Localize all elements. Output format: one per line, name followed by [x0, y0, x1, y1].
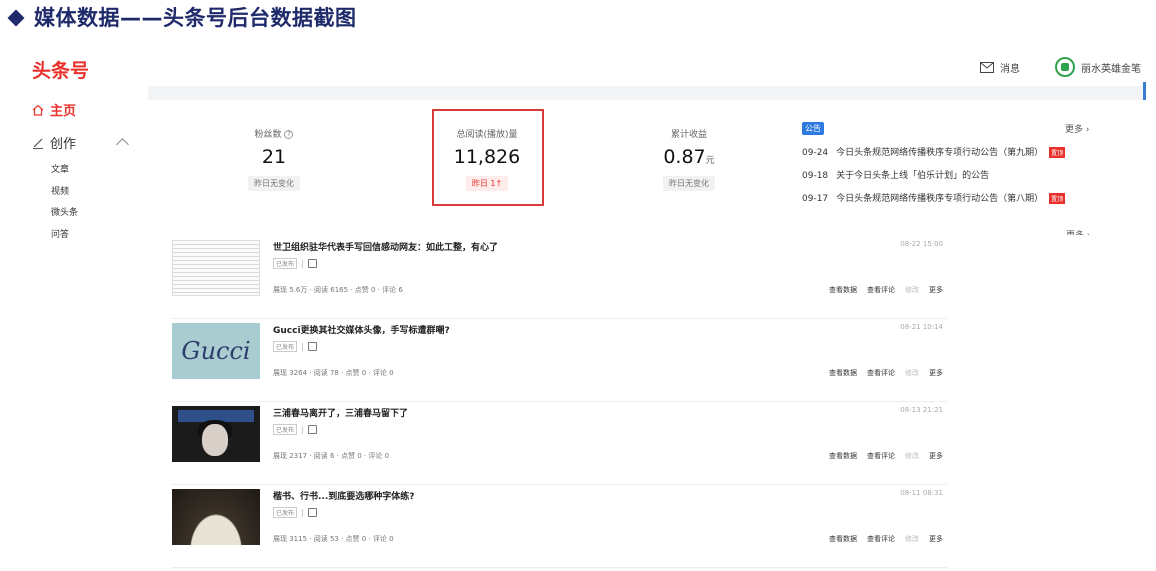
article-actions: 查看数据 查看评论 修改 更多	[819, 451, 943, 461]
stat-income-label: 累计收益	[670, 130, 707, 140]
edit-link[interactable]: 修改	[905, 535, 919, 543]
messages-label: 消息	[1000, 64, 1020, 75]
thumbnail-text: Gucci	[181, 337, 251, 365]
article-thumbnail[interactable]: Gucci	[172, 323, 260, 379]
pin-badge: 置顶	[1049, 147, 1066, 158]
article-date: 08-22 15:00	[900, 240, 943, 248]
notice-item[interactable]: 09-17 今日头条规范网络传播秩序专项行动公告（第八期） 置顶	[802, 191, 1102, 204]
article-date: 08-21 10:14	[900, 323, 943, 331]
article-status: 已发布	[273, 341, 318, 352]
stat-fans-tag: 昨日无变化	[248, 176, 300, 191]
stat-fans: 粉丝数 ? 21 昨日无变化	[214, 127, 334, 191]
stat-fans-value: 21	[261, 146, 287, 168]
notice-more-link-cut[interactable]: 更多 ›	[1066, 228, 1090, 235]
sidebar-item-video[interactable]: 视频	[51, 182, 127, 204]
article-metrics: 展现 2317 · 阅读 6 · 点赞 0 · 评论 0	[273, 452, 390, 460]
view-data-link[interactable]: 查看数据	[829, 286, 857, 294]
sidebar-item-micro[interactable]: 微头条	[51, 203, 127, 225]
view-comments-link[interactable]: 查看评论	[867, 535, 895, 543]
article-title[interactable]: 世卫组织驻华代表手写回信感动网友：如此工整，有心了	[273, 240, 498, 253]
info-icon[interactable]: ?	[284, 130, 294, 139]
article-status: 已发布	[273, 507, 318, 518]
content-background	[148, 86, 1145, 100]
slide-title-text: 媒体数据——头条号后台数据截图	[34, 6, 357, 30]
list-item[interactable]: 三浦春马离开了，三浦春马留下了 已发布 展现 2317 · 阅读 6 · 点赞 …	[172, 402, 947, 485]
user-menu[interactable]: 丽水英雄金笔	[1055, 57, 1141, 77]
chevron-up-icon[interactable]	[116, 138, 129, 151]
list-item[interactable]: 世卫组织驻华代表手写回信感动网友：如此工整，有心了 已发布 展现 5.6万 · …	[172, 236, 947, 319]
slide-title: 媒体数据——头条号后台数据截图	[7, 2, 357, 32]
sidebar-item-create[interactable]: 创作	[32, 133, 129, 152]
user-name: 丽水英雄金笔	[1081, 63, 1141, 75]
view-comments-link[interactable]: 查看评论	[867, 286, 895, 294]
article-type-icon	[308, 508, 318, 517]
sidebar-item-home-label: 主页	[50, 104, 77, 119]
stat-fans-label: 粉丝数 ?	[214, 127, 334, 140]
stat-income-value: 0.87元	[663, 146, 715, 168]
article-type-icon	[308, 259, 318, 268]
sidebar-item-article[interactable]: 文章	[51, 160, 127, 182]
sidebar-item-home[interactable]: 主页	[32, 100, 127, 119]
article-metrics: 展现 5.6万 · 阅读 6165 · 点赞 0 · 评论 6	[273, 286, 403, 294]
article-thumbnail[interactable]	[172, 406, 260, 462]
highlight-box	[432, 109, 544, 206]
article-thumbnail[interactable]	[172, 489, 260, 545]
article-title[interactable]: 三浦春马离开了，三浦春马留下了	[273, 406, 408, 419]
pencil-icon	[33, 138, 43, 149]
article-date: 08-11 08:31	[900, 489, 943, 497]
more-link[interactable]: 更多	[929, 452, 943, 460]
article-date: 08-13 21:21	[900, 406, 943, 414]
view-comments-link[interactable]: 查看评论	[867, 452, 895, 460]
toutiao-logo[interactable]: 头条号	[32, 56, 89, 83]
sidebar-item-qa[interactable]: 问答	[51, 225, 127, 247]
mail-icon	[980, 62, 994, 73]
article-metrics: 展现 3115 · 阅读 53 · 点赞 0 · 评论 0	[273, 535, 394, 543]
view-data-link[interactable]: 查看数据	[829, 369, 857, 377]
article-actions: 查看数据 查看评论 修改 更多	[819, 368, 943, 378]
notice-item[interactable]: 09-24 今日头条规范网络传播秩序专项行动公告（第九期） 置顶	[802, 145, 1102, 158]
list-item[interactable]: 楷书、行书...到底要选哪种字体练? 已发布 展现 3115 · 阅读 53 ·…	[172, 485, 947, 568]
view-comments-link[interactable]: 查看评论	[867, 369, 895, 377]
article-title[interactable]: Gucci更换其社交媒体头像，手写标遭群嘲?	[273, 323, 450, 336]
more-link[interactable]: 更多	[929, 286, 943, 294]
view-data-link[interactable]: 查看数据	[829, 535, 857, 543]
article-thumbnail[interactable]	[172, 240, 260, 296]
article-type-icon	[308, 342, 318, 351]
home-icon	[32, 104, 44, 116]
edit-link[interactable]: 修改	[905, 452, 919, 460]
view-data-link[interactable]: 查看数据	[829, 452, 857, 460]
scrollbar[interactable]	[1143, 82, 1146, 100]
stat-income-unit: 元	[705, 156, 715, 166]
edit-link[interactable]: 修改	[905, 369, 919, 377]
article-type-icon	[308, 425, 318, 434]
sidebar: 主页 创作 文章 视频 微头条 问答	[32, 100, 129, 246]
notice-badge: 公告	[802, 122, 824, 135]
list-item[interactable]: Gucci Gucci更换其社交媒体头像，手写标遭群嘲? 已发布 展现 3264…	[172, 319, 947, 402]
article-actions: 查看数据 查看评论 修改 更多	[819, 534, 943, 544]
notice-panel: 公告 09-24 今日头条规范网络传播秩序专项行动公告（第九期） 置顶 09-18 关…	[802, 122, 1102, 204]
edit-link[interactable]: 修改	[905, 286, 919, 294]
sidebar-submenu: 文章 视频 微头条 问答	[51, 160, 127, 246]
article-status: 已发布	[273, 258, 318, 269]
messages-button[interactable]: 消息	[980, 60, 1020, 75]
notice-more-link[interactable]: 更多 ›	[1065, 122, 1089, 135]
sidebar-item-create-label: 创作	[50, 137, 77, 152]
stat-income: 累计收益 0.87元 昨日无变化	[629, 127, 749, 191]
article-actions: 查看数据 查看评论 修改 更多	[819, 285, 943, 295]
notice-item[interactable]: 09-18 关于今日头条上线「伯乐计划」的公告	[802, 168, 1102, 181]
article-metrics: 展现 3264 · 阅读 78 · 点赞 0 · 评论 0	[273, 369, 394, 377]
diamond-bullet-icon	[7, 9, 25, 27]
more-link[interactable]: 更多	[929, 535, 943, 543]
article-title[interactable]: 楷书、行书...到底要选哪种字体练?	[273, 489, 414, 502]
article-list: 世卫组织驻华代表手写回信感动网友：如此工整，有心了 已发布 展现 5.6万 · …	[172, 236, 947, 568]
stat-income-tag: 昨日无变化	[663, 176, 715, 191]
toutiao-dashboard: 头条号 消息 丽水英雄金笔 主页 创作 文章 视频 微头条 问答 粉丝数 ? 2…	[0, 40, 1156, 571]
stats-panel: 粉丝数 ? 21 昨日无变化 总阅读(播放)量 11,826 昨日 1↑ 累计收…	[150, 102, 1145, 237]
avatar	[1055, 57, 1075, 77]
more-link[interactable]: 更多	[929, 369, 943, 377]
article-status: 已发布	[273, 424, 318, 435]
pin-badge: 置顶	[1049, 193, 1066, 204]
